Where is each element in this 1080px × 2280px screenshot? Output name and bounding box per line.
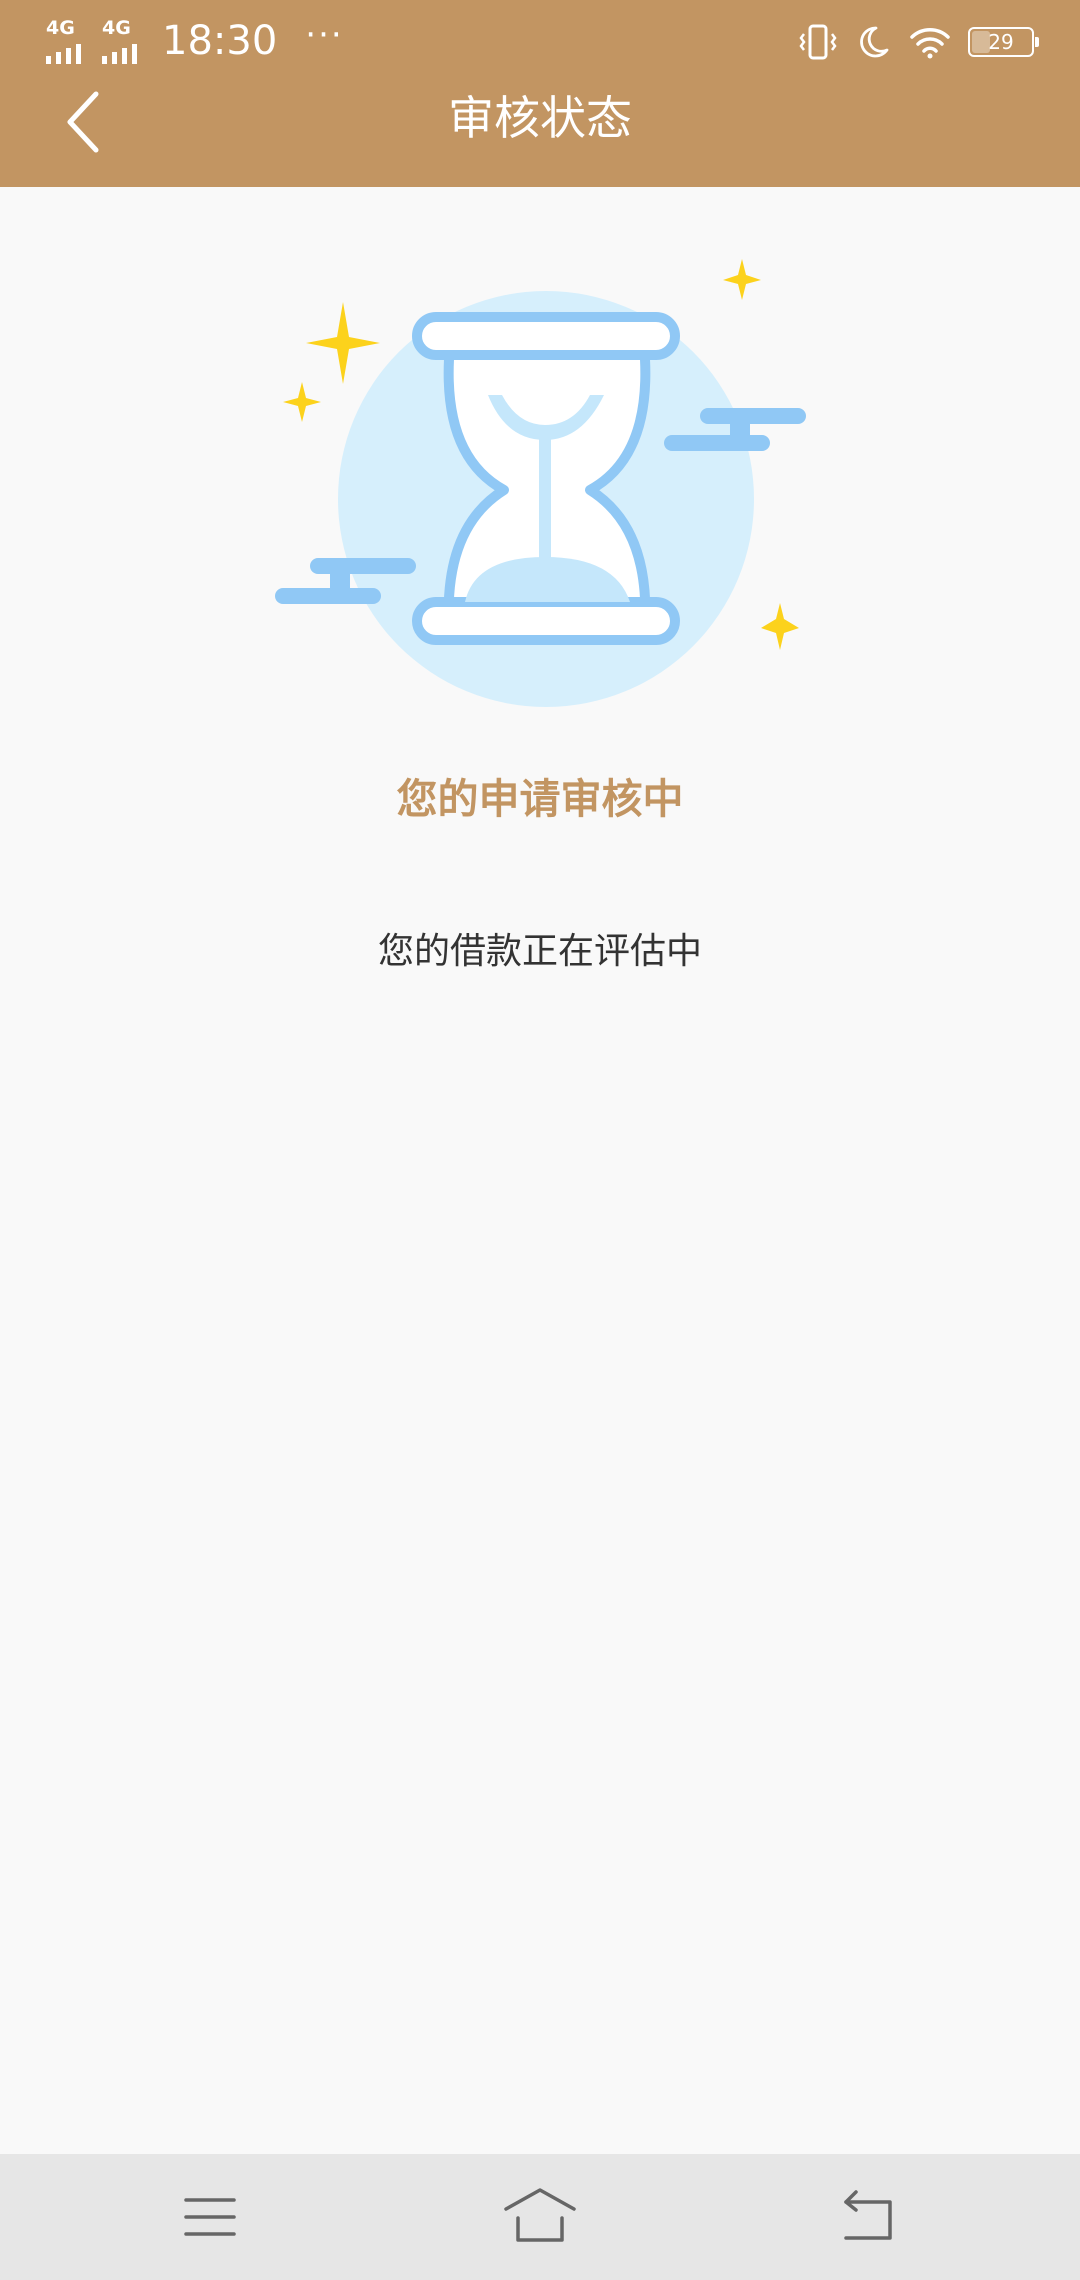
vibrate-icon [799, 24, 837, 60]
status-bar: 4G 4G 18:30 ··· 29 [0, 0, 1080, 82]
wifi-icon [910, 28, 950, 59]
status-description: 您的借款正在评估中 [377, 931, 702, 972]
battery-level: 29 [988, 30, 1014, 54]
hourglass-icon [275, 259, 806, 707]
header: 4G 4G 18:30 ··· 29 审核状态 [0, 0, 1080, 187]
home-icon [504, 2188, 576, 2242]
back-nav-button[interactable] [830, 2182, 910, 2252]
network-type-1: 4G [46, 17, 75, 39]
app-screen: 4G 4G 18:30 ··· 29 审核状态 您的申请审核中 您的借款正在评估… [0, 0, 1080, 2280]
menu-icon [184, 2198, 236, 2236]
navigation-bar [0, 2154, 1080, 2280]
home-button[interactable] [500, 2182, 580, 2252]
status-time: 18:30 [162, 18, 278, 64]
hourglass-illustration [260, 245, 820, 725]
back-icon [844, 2190, 892, 2240]
page-title: 审核状态 [448, 91, 632, 145]
battery-icon: 29 [968, 27, 1039, 57]
more-notifications-icon: ··· [305, 15, 344, 55]
signal-icon-2: 4G [102, 18, 146, 64]
status-title: 您的申请审核中 [396, 775, 684, 823]
moon-icon [860, 26, 889, 58]
menu-button[interactable] [170, 2182, 250, 2252]
network-type-2: 4G [102, 17, 131, 39]
status-left: 4G 4G 18:30 ··· [46, 15, 344, 66]
signal-icon-1: 4G [46, 18, 90, 64]
status-right: 29 [780, 18, 1039, 66]
